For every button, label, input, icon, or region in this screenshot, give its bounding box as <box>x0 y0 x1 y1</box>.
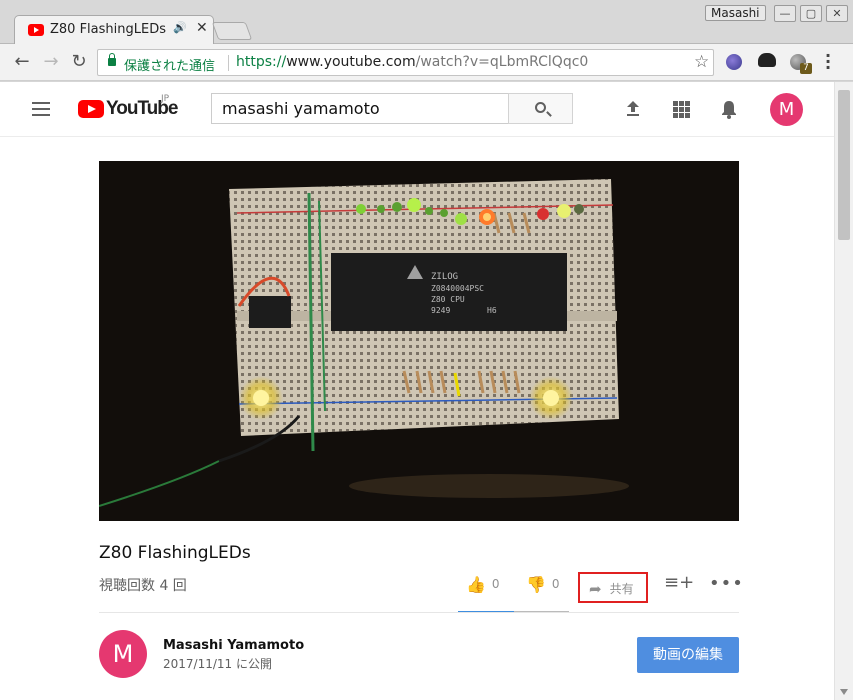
video-frame: ZILOG Z0840004PSC Z80 CPU 9249 H6 <box>99 161 739 521</box>
like-count: 0 <box>491 577 500 591</box>
video-player[interactable]: ZILOG Z0840004PSC Z80 CPU 9249 H6 <box>99 161 739 521</box>
bookmark-star-icon[interactable]: ☆ <box>694 52 709 72</box>
upload-icon[interactable] <box>623 99 643 119</box>
channel-avatar[interactable]: M <box>99 630 147 678</box>
notifications-bell-icon[interactable] <box>719 99 739 119</box>
secure-label: 保護された通信 <box>124 59 216 74</box>
share-button[interactable]: ➦ 共有 <box>578 572 648 603</box>
chip-label-5: H6 <box>487 306 497 315</box>
tab-title: Z80 FlashingLEDs <box>50 22 166 37</box>
omnibox-divider <box>228 55 229 71</box>
share-label: 共有 <box>609 582 634 596</box>
youtube-header: YouTube JP masashi yamamoto M <box>0 82 834 137</box>
more-actions-icon[interactable]: ••• <box>709 573 744 594</box>
share-arrow-icon: ➦ <box>589 580 602 598</box>
thumbs-up-icon: 👍 <box>466 575 486 594</box>
url-path: /watch?v=qLbmRClQqc0 <box>415 54 589 70</box>
search-icon <box>535 102 546 113</box>
dislike-button[interactable]: 👎 0 <box>526 575 560 594</box>
browser-menu-icon[interactable]: · · · <box>823 48 833 76</box>
scroll-down-arrow-icon[interactable] <box>840 689 848 695</box>
profile-button[interactable]: Masashi <box>705 5 766 21</box>
tab-close-icon[interactable]: ✕ <box>196 20 208 36</box>
video-title: Z80 FlashingLEDs <box>99 543 251 563</box>
extension-badge: 7 <box>800 63 812 74</box>
chip-label-1: ZILOG <box>431 272 458 282</box>
browser-toolbar: ← → ↻ 保護された通信 https://www.youtube.com/wa… <box>0 44 853 81</box>
channel-name[interactable]: Masashi Yamamoto <box>163 638 304 653</box>
maximize-button[interactable]: ▢ <box>800 5 822 22</box>
page-scrollbar[interactable] <box>834 82 853 700</box>
scrollbar-thumb[interactable] <box>838 90 850 240</box>
title-bar: Z80 FlashingLEDs 🔊 ✕ Masashi — ▢ ✕ <box>0 0 853 44</box>
url-scheme: https:// <box>236 54 287 70</box>
edit-video-button[interactable]: 動画の編集 <box>637 637 739 673</box>
add-to-playlist-icon[interactable]: ≡+ <box>664 572 694 593</box>
dislike-count: 0 <box>551 577 560 591</box>
like-button[interactable]: 👍 0 <box>466 575 500 594</box>
address-bar[interactable]: 保護された通信 https://www.youtube.com/watch?v=… <box>97 49 714 76</box>
reload-icon[interactable]: ↻ <box>68 51 90 72</box>
new-tab-button[interactable] <box>211 22 253 40</box>
speaker-icon[interactable]: 🔊 <box>173 21 187 34</box>
extension-globe-icon[interactable] <box>726 54 742 70</box>
youtube-favicon-icon <box>28 24 44 36</box>
logo-region: JP <box>161 94 170 104</box>
apps-grid-icon[interactable] <box>673 101 690 118</box>
chip-label-2: Z0840004PSC <box>431 284 484 293</box>
forward-arrow-icon[interactable]: → <box>40 51 62 72</box>
section-divider <box>99 612 739 613</box>
view-count: 視聴回数 4 回 <box>99 578 187 594</box>
lock-icon <box>108 53 116 66</box>
youtube-play-logo-icon <box>78 100 104 118</box>
browser-tab[interactable]: Z80 FlashingLEDs 🔊 ✕ <box>14 15 214 44</box>
back-arrow-icon[interactable]: ← <box>11 51 33 72</box>
minimize-button[interactable]: — <box>774 5 796 22</box>
close-button[interactable]: ✕ <box>826 5 848 22</box>
url-text[interactable]: https://www.youtube.com/watch?v=qLbmRClQ… <box>236 54 588 70</box>
menu-hamburger-icon[interactable] <box>32 102 50 116</box>
publish-date: 2017/11/11 に公開 <box>163 657 272 671</box>
cloud-download-icon[interactable] <box>758 53 776 67</box>
account-avatar[interactable]: M <box>770 93 803 126</box>
chip-label-3: Z80 CPU <box>431 295 465 304</box>
youtube-page: YouTube JP masashi yamamoto M ZILOG Z084… <box>0 82 834 700</box>
thumbs-down-icon: 👎 <box>526 575 546 594</box>
chip-label-4: 9249 <box>431 306 450 315</box>
youtube-logo[interactable]: YouTube JP <box>78 94 178 122</box>
url-host: www.youtube.com <box>286 54 416 70</box>
search-button[interactable] <box>508 93 573 124</box>
search-input[interactable]: masashi yamamoto <box>211 93 509 124</box>
